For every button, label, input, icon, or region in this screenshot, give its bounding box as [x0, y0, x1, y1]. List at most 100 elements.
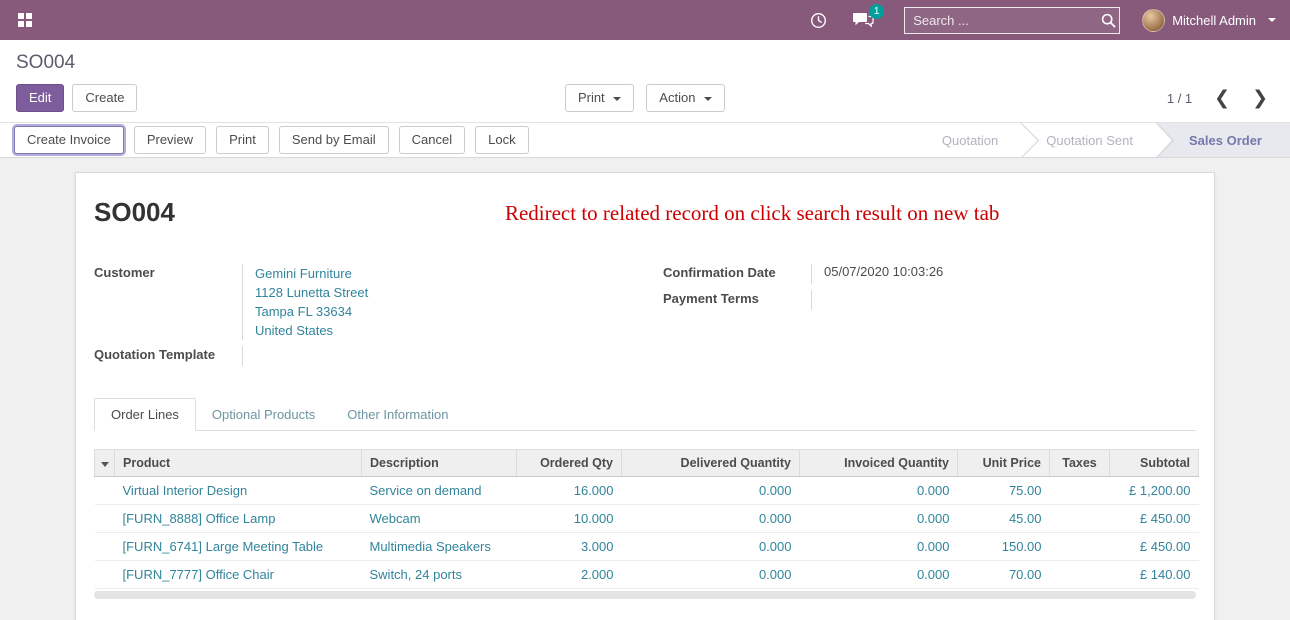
search-input[interactable]: [905, 13, 1097, 28]
cell-unit-price[interactable]: 45.00: [958, 505, 1050, 533]
user-menu-button[interactable]: Mitchell Admin: [1142, 9, 1276, 32]
col-header-taxes[interactable]: Taxes: [1050, 450, 1110, 477]
cell-ordered-qty[interactable]: 16.000: [517, 477, 622, 505]
apps-menu-button[interactable]: [14, 9, 36, 31]
control-panel-buttons: Edit Create Print Action 1 / 1 ❮ ❯: [16, 84, 1274, 112]
pager-previous-button[interactable]: ❮: [1208, 89, 1236, 107]
cell-subtotal[interactable]: £ 450.00: [1110, 533, 1199, 561]
cell-taxes[interactable]: [1050, 505, 1110, 533]
table-row[interactable]: [FURN_6741] Large Meeting Table Multimed…: [95, 533, 1199, 561]
cell-invoiced-quantity[interactable]: 0.000: [800, 477, 958, 505]
cell-invoiced-quantity[interactable]: 0.000: [800, 533, 958, 561]
col-header-subtotal[interactable]: Subtotal: [1110, 450, 1199, 477]
customer-street[interactable]: 1128 Lunetta Street: [255, 283, 627, 302]
search-icon: [1101, 13, 1116, 28]
col-header-ordered-qty[interactable]: Ordered Qty: [517, 450, 622, 477]
cell-unit-price[interactable]: 70.00: [958, 561, 1050, 589]
customer-name-link[interactable]: Gemini Furniture: [255, 264, 627, 283]
customer-value: Gemini Furniture 1128 Lunetta Street Tam…: [242, 264, 627, 340]
cell-product[interactable]: Virtual Interior Design: [115, 477, 362, 505]
table-row[interactable]: Virtual Interior Design Service on deman…: [95, 477, 1199, 505]
field-group-left: Customer Gemini Furniture 1128 Lunetta S…: [94, 264, 627, 366]
tab-order-lines[interactable]: Order Lines: [94, 398, 196, 431]
print-menu-button[interactable]: Print: [565, 84, 634, 112]
cell-invoiced-quantity[interactable]: 0.000: [800, 505, 958, 533]
control-panel: SO004 Edit Create Print Action 1 / 1 ❮ ❯: [0, 40, 1290, 122]
col-header-invoiced-quantity[interactable]: Invoiced Quantity: [800, 450, 958, 477]
caret-down-icon: [704, 97, 712, 101]
cell-subtotal[interactable]: £ 140.00: [1110, 561, 1199, 589]
topbar: 1 Mitchell Admin: [0, 0, 1290, 40]
preview-button[interactable]: Preview: [134, 126, 206, 154]
table-row[interactable]: [FURN_7777] Office Chair Switch, 24 port…: [95, 561, 1199, 589]
cell-ordered-qty[interactable]: 2.000: [517, 561, 622, 589]
cell-product[interactable]: [FURN_6741] Large Meeting Table: [115, 533, 362, 561]
cell-delivered-quantity[interactable]: 0.000: [622, 561, 800, 589]
cell-description[interactable]: Switch, 24 ports: [362, 561, 517, 589]
cell-subtotal[interactable]: £ 450.00: [1110, 505, 1199, 533]
sheet-title-row: SO004 Redirect to related record on clic…: [94, 197, 1196, 228]
record-title: SO004: [94, 197, 175, 228]
cell-taxes[interactable]: [1050, 561, 1110, 589]
edit-button[interactable]: Edit: [16, 84, 64, 112]
cell-unit-price[interactable]: 150.00: [958, 533, 1050, 561]
cell-product[interactable]: [FURN_7777] Office Chair: [115, 561, 362, 589]
customer-country[interactable]: United States: [255, 321, 627, 340]
cell-ordered-qty[interactable]: 3.000: [517, 533, 622, 561]
field-group-right: Confirmation Date 05/07/2020 10:03:26 Pa…: [663, 264, 1196, 366]
pager-next-button[interactable]: ❯: [1246, 89, 1274, 107]
status-step-quotation-sent[interactable]: Quotation Sent: [1022, 123, 1157, 157]
search-submit-button[interactable]: [1097, 13, 1124, 28]
tab-optional-products[interactable]: Optional Products: [196, 399, 331, 430]
cell-ordered-qty[interactable]: 10.000: [517, 505, 622, 533]
pager: 1 / 1 ❮ ❯: [725, 89, 1274, 107]
send-by-email-button[interactable]: Send by Email: [279, 126, 389, 154]
table-row[interactable]: [FURN_8888] Office Lamp Webcam 10.000 0.…: [95, 505, 1199, 533]
customer-city[interactable]: Tampa FL 33634: [255, 302, 627, 321]
action-menu-label: Action: [659, 90, 695, 105]
messages-button[interactable]: 1: [851, 10, 876, 31]
col-header-unit-price[interactable]: Unit Price: [958, 450, 1050, 477]
avatar: [1142, 9, 1165, 32]
col-header-product[interactable]: Product: [115, 450, 362, 477]
systray: 1 Mitchell Admin: [808, 7, 1276, 34]
payment-terms-value: [811, 290, 1196, 310]
create-invoice-button[interactable]: Create Invoice: [14, 126, 124, 154]
optional-columns-toggle[interactable]: [95, 450, 115, 477]
cell-unit-price[interactable]: 75.00: [958, 477, 1050, 505]
cell-delivered-quantity[interactable]: 0.000: [622, 477, 800, 505]
lock-button[interactable]: Lock: [475, 126, 528, 154]
cell-taxes[interactable]: [1050, 533, 1110, 561]
cancel-button[interactable]: Cancel: [399, 126, 465, 154]
tab-other-information[interactable]: Other Information: [331, 399, 464, 430]
activities-button[interactable]: [808, 10, 829, 31]
status-step-quotation[interactable]: Quotation: [918, 123, 1022, 157]
notebook-tabs: Order Lines Optional Products Other Info…: [94, 398, 1196, 431]
statusbar-buttons: Create Invoice Preview Print Send by Ema…: [0, 126, 529, 154]
cell-description[interactable]: Service on demand: [362, 477, 517, 505]
status-pipeline: Quotation Quotation Sent Sales Order: [918, 123, 1290, 157]
user-name: Mitchell Admin: [1172, 13, 1256, 28]
status-step-sales-order[interactable]: Sales Order: [1157, 123, 1290, 157]
cell-taxes[interactable]: [1050, 477, 1110, 505]
action-menu-button[interactable]: Action: [646, 84, 725, 112]
table-horizontal-scrollbar[interactable]: [94, 591, 1196, 599]
cell-product[interactable]: [FURN_8888] Office Lamp: [115, 505, 362, 533]
col-header-delivered-quantity[interactable]: Delivered Quantity: [622, 450, 800, 477]
create-button[interactable]: Create: [72, 84, 137, 112]
apps-grid-icon: [18, 13, 32, 27]
payment-terms-label: Payment Terms: [663, 290, 811, 310]
col-header-description[interactable]: Description: [362, 450, 517, 477]
cell-delivered-quantity[interactable]: 0.000: [622, 533, 800, 561]
message-count-badge: 1: [869, 4, 884, 19]
cell-invoiced-quantity[interactable]: 0.000: [800, 561, 958, 589]
confirmation-date-value: 05/07/2020 10:03:26: [811, 264, 1196, 284]
cell-delivered-quantity[interactable]: 0.000: [622, 505, 800, 533]
row-handle: [95, 477, 115, 505]
quotation-template-label: Quotation Template: [94, 346, 242, 366]
annotation-text: Redirect to related record on click sear…: [505, 201, 999, 226]
print-button[interactable]: Print: [216, 126, 269, 154]
cell-description[interactable]: Webcam: [362, 505, 517, 533]
cell-description[interactable]: Multimedia Speakers: [362, 533, 517, 561]
cell-subtotal[interactable]: £ 1,200.00: [1110, 477, 1199, 505]
